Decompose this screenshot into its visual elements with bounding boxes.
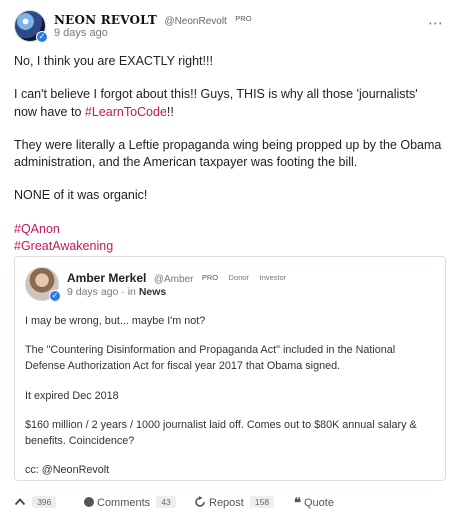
hashtag-link-greatawakening[interactable]: #GreatAwakening: [14, 239, 113, 253]
quoted-author-handle[interactable]: @Amber: [154, 274, 194, 285]
quoted-paragraph: The "Countering Disinformation and Propa…: [25, 344, 396, 373]
comments-button[interactable]: Comments 43: [84, 496, 176, 509]
repost-count: 158: [249, 496, 275, 508]
post-paragraph: I can't believe I forgot about this!! Gu…: [14, 86, 444, 121]
post-actions: 396 Comments 43 Repost 158 ❝ Quote: [14, 496, 444, 512]
quote-label: Quote: [304, 497, 334, 509]
quoted-author-name[interactable]: Amber Merkel: [67, 271, 146, 285]
investor-badge: Investor: [259, 273, 287, 282]
pro-badge: PRO: [235, 14, 252, 23]
quoted-author-row: Amber Merkel @Amber PRO Donor Investor: [67, 269, 286, 287]
quoted-paragraph: It expired Dec 2018: [25, 389, 119, 402]
post-text: I can't believe I forgot about this!! Gu…: [14, 87, 418, 119]
quoted-body: I may be wrong, but... maybe I'm not? Th…: [25, 313, 435, 491]
group-prefix: · in: [121, 286, 136, 298]
hashtag-link-qanon[interactable]: #QAnon: [14, 222, 60, 236]
post-header: ✓ NEON REVOLT @NeonRevolt PRO 9 days ago…: [14, 8, 444, 44]
hashtag-link-learntocode[interactable]: #LearnToCode: [85, 105, 167, 119]
verified-check-icon: ✓: [36, 31, 48, 43]
more-dots-icon[interactable]: ⋯: [428, 14, 443, 32]
upvote-button[interactable]: 396: [14, 496, 57, 509]
quote-icon: ❝: [294, 496, 301, 511]
pro-badge: PRO: [201, 273, 219, 282]
repost-arrows-icon: [195, 496, 205, 507]
quoted-paragraph: I may be wrong, but... maybe I'm not?: [25, 315, 206, 327]
group-link-news[interactable]: News: [139, 286, 166, 298]
verified-check-icon: ✓: [49, 290, 61, 302]
quoted-post[interactable]: ✓ Amber Merkel @Amber PRO Donor Investor…: [14, 256, 446, 481]
author-handle[interactable]: @NeonRevolt: [164, 16, 226, 27]
post-timestamp[interactable]: 9 days ago: [54, 27, 108, 39]
post-paragraph: No, I think you are EXACTLY right!!!: [14, 54, 213, 68]
quoted-meta: 9 days ago · in News: [67, 286, 166, 298]
quoted-timestamp[interactable]: 9 days ago: [67, 286, 118, 298]
donor-badge: Donor: [228, 273, 250, 282]
post-paragraph: NONE of it was organic!: [14, 188, 148, 203]
repost-label: Repost: [209, 497, 244, 509]
quoted-paragraph: cc: @NeonRevolt: [25, 464, 110, 477]
post-paragraph: They were literally a Leftie propaganda …: [14, 137, 442, 170]
hashtag-list: #QAnon #GreatAwakening: [14, 221, 444, 256]
quoted-avatar[interactable]: ✓: [25, 267, 61, 302]
chevron-up-icon: [14, 498, 26, 506]
comments-count: 43: [156, 496, 176, 508]
post-body: No, I think you are EXACTLY right!!! I c…: [14, 53, 444, 255]
quote-button[interactable]: ❝ Quote: [294, 496, 334, 511]
post-text: !!: [166, 104, 174, 119]
quoted-paragraph: $160 million / 2 years / 1000 journalist…: [25, 418, 417, 448]
upvote-count: 396: [32, 496, 57, 508]
speech-bubble-icon: [84, 497, 94, 507]
comments-label: Comments: [97, 497, 151, 509]
avatar[interactable]: ✓: [14, 10, 48, 43]
author-name[interactable]: NEON REVOLT: [54, 13, 157, 27]
repost-button[interactable]: Repost 158: [194, 496, 275, 509]
